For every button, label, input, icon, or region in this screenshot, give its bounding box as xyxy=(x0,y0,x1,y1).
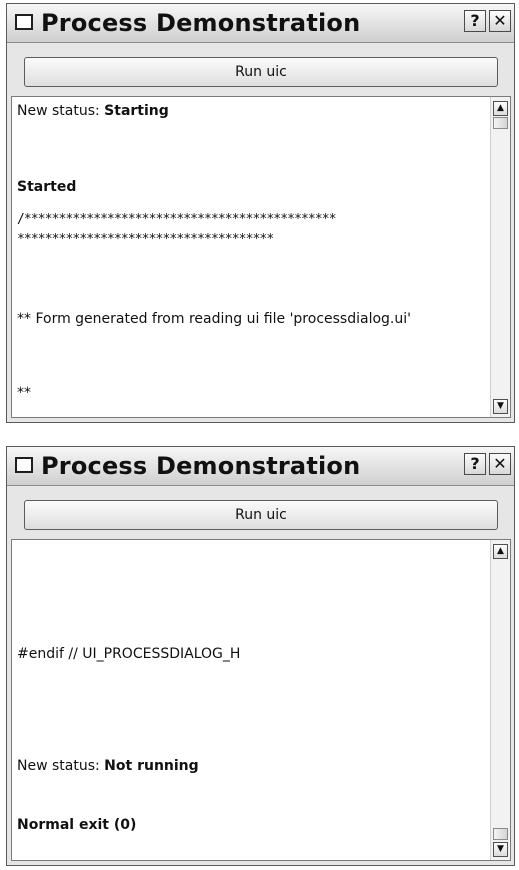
help-icon[interactable]: ? xyxy=(464,10,486,32)
comment-stars-line-2: ************************************* xyxy=(17,232,274,247)
process-dialog-window-2: Process Demonstration ? ✕ Run uic #endif… xyxy=(6,446,515,866)
vertical-scrollbar[interactable]: ▲ ▼ xyxy=(490,97,510,417)
run-uic-button[interactable]: Run uic xyxy=(24,57,498,87)
output-text-content: New status: Starting Started /**********… xyxy=(12,97,490,417)
output-text-area[interactable]: New status: Starting Started /**********… xyxy=(11,96,511,418)
title-bar[interactable]: Process Demonstration ? ✕ xyxy=(7,447,514,486)
exit-status-text: Normal exit (0) xyxy=(17,817,137,833)
close-icon[interactable]: ✕ xyxy=(489,453,511,475)
window-title: Process Demonstration xyxy=(41,452,361,480)
scroll-up-arrow-icon[interactable]: ▲ xyxy=(493,101,508,116)
started-line: Started xyxy=(17,179,76,195)
window-icon xyxy=(15,14,33,30)
form-generated-line: ** Form generated from reading ui file '… xyxy=(17,311,411,327)
output-text-area[interactable]: #endif // UI_PROCESSDIALOG_H New status:… xyxy=(11,539,511,861)
window-icon xyxy=(15,457,33,473)
status-prefix: New status: xyxy=(17,758,105,774)
scroll-up-arrow-icon[interactable]: ▲ xyxy=(493,544,508,559)
run-uic-button[interactable]: Run uic xyxy=(24,500,498,530)
exit-status-line: Normal exit (0) xyxy=(17,817,136,833)
started-text: Started xyxy=(17,179,77,195)
status-value: Starting xyxy=(104,103,169,119)
window-title: Process Demonstration xyxy=(41,9,361,37)
process-dialog-window-1: Process Demonstration ? ✕ Run uic New st… xyxy=(6,3,515,423)
status-line: New status: Not running xyxy=(17,758,199,774)
status-prefix: New status: xyxy=(17,103,105,119)
comment-stars-line-1: /***************************************… xyxy=(17,212,337,227)
title-bar[interactable]: Process Demonstration ? ✕ xyxy=(7,4,514,43)
scroll-down-arrow-icon[interactable]: ▼ xyxy=(493,399,508,414)
scroll-thumb[interactable] xyxy=(493,117,508,129)
scroll-thumb[interactable] xyxy=(493,828,508,840)
status-line: New status: Starting xyxy=(17,103,169,119)
close-icon[interactable]: ✕ xyxy=(489,10,511,32)
endif-line: #endif // UI_PROCESSDIALOG_H xyxy=(17,646,241,662)
scroll-down-arrow-icon[interactable]: ▼ xyxy=(493,842,508,857)
help-icon[interactable]: ? xyxy=(464,453,486,475)
comment-continuation-line: ** xyxy=(17,385,31,401)
status-value: Not running xyxy=(104,758,199,774)
vertical-scrollbar[interactable]: ▲ ▼ xyxy=(490,540,510,860)
output-text-content: #endif // UI_PROCESSDIALOG_H New status:… xyxy=(12,540,490,860)
